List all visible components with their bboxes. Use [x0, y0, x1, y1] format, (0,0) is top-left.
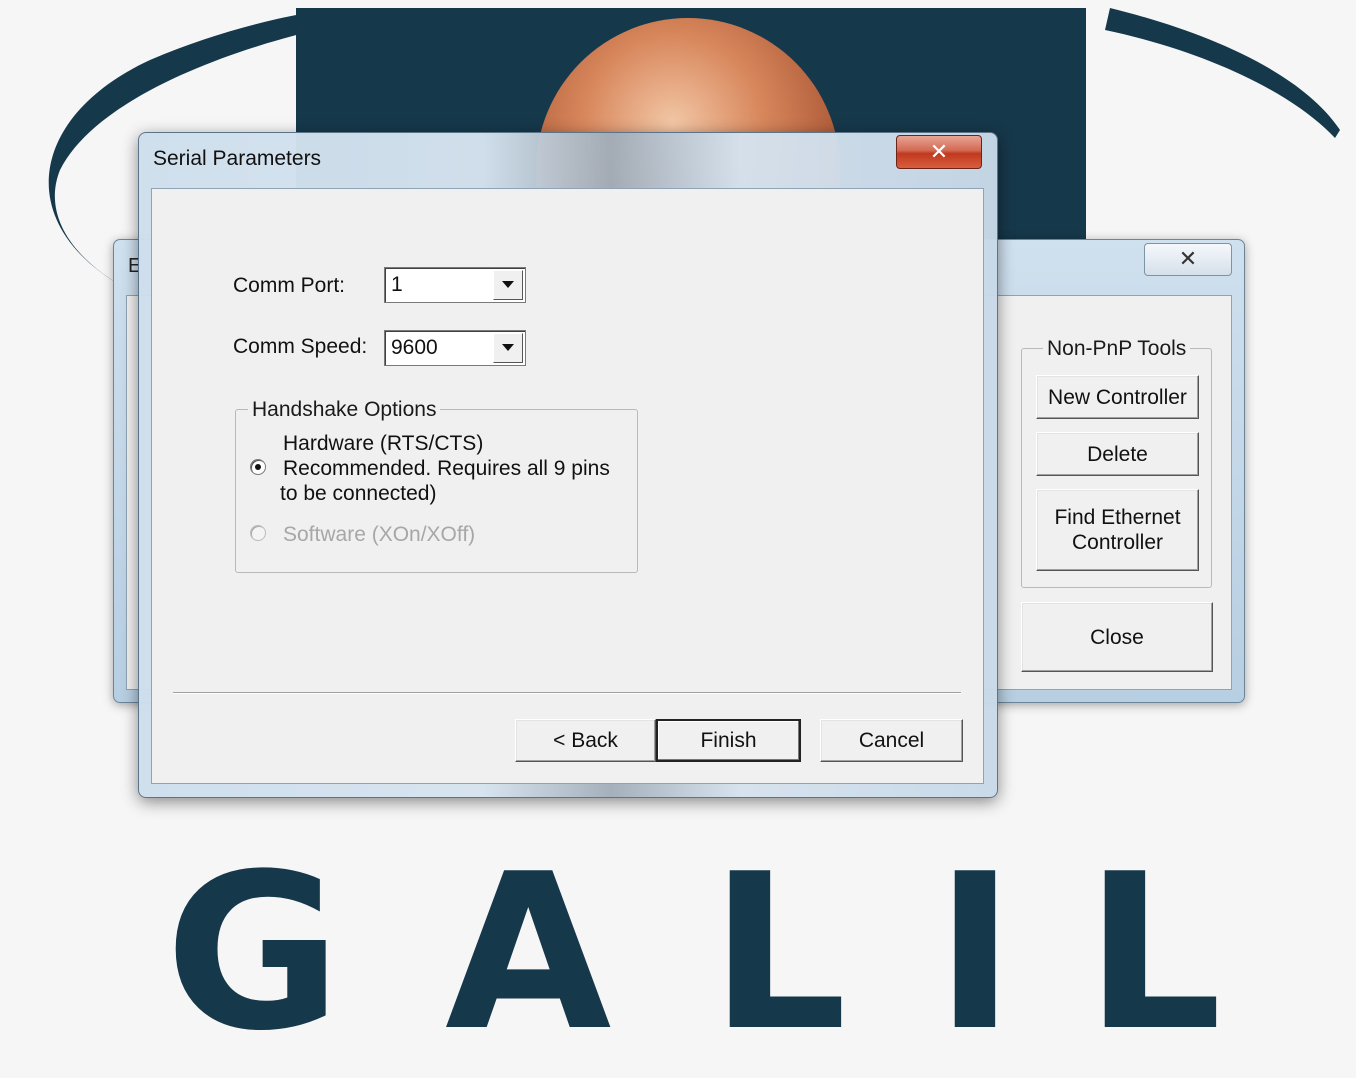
comm-port-dropdown-button[interactable]	[493, 270, 523, 300]
chevron-down-icon	[502, 344, 514, 351]
finish-label: Finish	[700, 729, 757, 752]
find-ethernet-label-line2: Controller	[1071, 531, 1164, 554]
non-pnp-tools-label: Non-PnP Tools	[1043, 337, 1191, 361]
handshake-options-label: Handshake Options	[248, 398, 441, 422]
hardware-option-line1: Hardware (RTS/CTS)	[283, 432, 484, 455]
back-window-close-button[interactable]: ✕	[1144, 243, 1232, 276]
comm-port-select[interactable]: 1	[384, 267, 526, 303]
comm-speed-dropdown-button[interactable]	[493, 333, 523, 363]
comm-speed-value: 9600	[391, 336, 438, 359]
comm-speed-label: Comm Speed:	[233, 335, 368, 358]
comm-port-label: Comm Port:	[233, 274, 346, 297]
dialog-close-button[interactable]: ✕	[896, 135, 982, 169]
chevron-down-icon	[502, 281, 514, 288]
hardware-handshake-radio[interactable]	[250, 459, 266, 475]
comm-port-value: 1	[391, 273, 403, 296]
close-x-icon: ✕	[1178, 246, 1198, 271]
hardware-option-line2: Recommended. Requires all 9 pins	[283, 457, 610, 480]
comm-speed-select[interactable]: 9600	[384, 330, 526, 366]
back-button[interactable]: < Back	[515, 719, 656, 762]
software-option-label: Software (XOn/XOff)	[283, 523, 476, 546]
close-button[interactable]: Close	[1021, 602, 1213, 672]
software-handshake-radio[interactable]	[250, 525, 266, 541]
find-ethernet-label-line1: Find Ethernet	[1054, 506, 1181, 529]
radio-selected-dot	[255, 464, 261, 470]
back-label: < Back	[553, 729, 618, 752]
close-label: Close	[1090, 625, 1144, 649]
delete-button[interactable]: Delete	[1036, 432, 1199, 476]
find-ethernet-controller-button[interactable]: Find Ethernet Controller	[1036, 489, 1199, 571]
close-x-icon: ✕	[929, 139, 949, 164]
hardware-option-line3: to be connected)	[280, 482, 437, 505]
new-controller-button[interactable]: New Controller	[1036, 375, 1199, 419]
dialog-separator	[173, 692, 961, 694]
delete-label: Delete	[1087, 442, 1148, 466]
cancel-label: Cancel	[858, 729, 925, 752]
finish-button[interactable]: Finish	[656, 719, 801, 762]
dialog-title: Serial Parameters	[153, 147, 322, 170]
new-controller-label: New Controller	[1048, 385, 1187, 409]
cancel-button[interactable]: Cancel	[820, 719, 963, 762]
